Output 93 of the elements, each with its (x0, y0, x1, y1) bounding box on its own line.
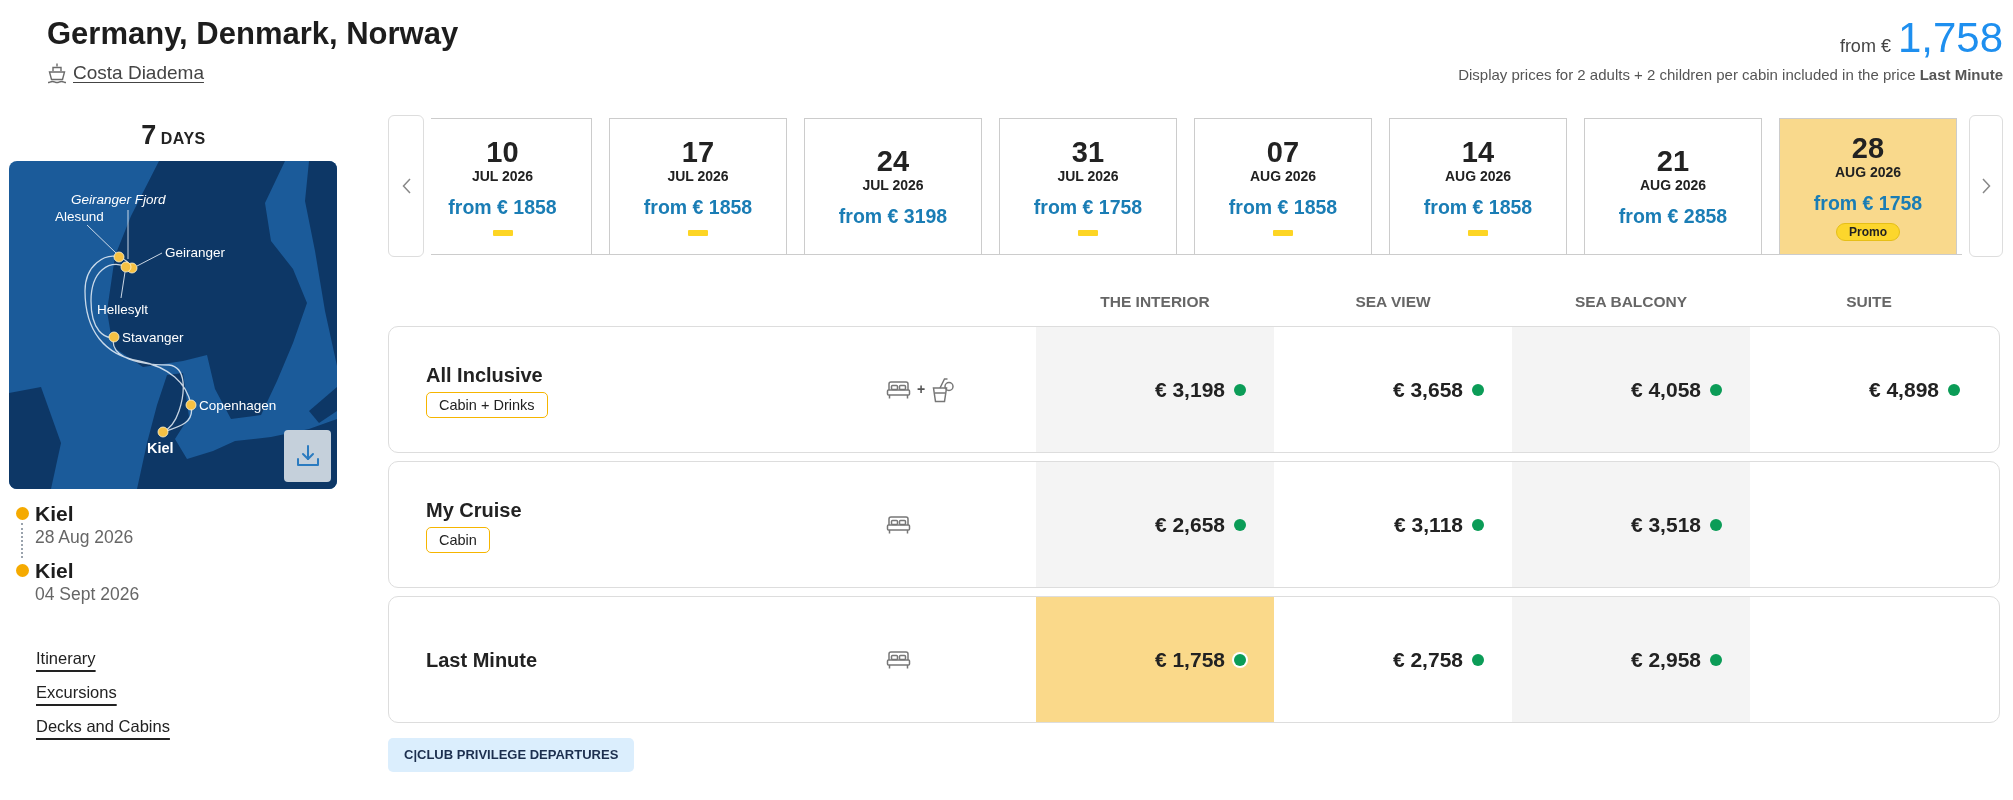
map-label: Alesund (55, 209, 104, 224)
stop-date: 28 Aug 2026 (35, 526, 135, 548)
price-option[interactable]: € 4,058 (1512, 327, 1750, 452)
trip-title: Germany, Denmark, Norway (47, 16, 459, 52)
bed-icon (886, 649, 911, 670)
fare-tag: Cabin + Drinks (426, 391, 548, 418)
price-option[interactable]: € 2,958 (1512, 597, 1750, 722)
map-marker-icon (120, 261, 132, 273)
map-label: Geiranger (165, 245, 226, 260)
map-marker-icon (108, 331, 120, 343)
departure-month: JUL 2026 (667, 168, 729, 185)
map-label: Stavanger (122, 330, 184, 345)
cocktail-glass-icon (931, 376, 956, 403)
map-label: Copenhagen (199, 398, 277, 413)
duration-label: 7 DAYS (140, 120, 207, 152)
leader-line (86, 224, 117, 254)
timeline-dot-icon (15, 507, 29, 520)
leader-line (120, 271, 126, 299)
sidebar-link[interactable]: Decks and Cabins (36, 714, 170, 738)
map-marker-icon (157, 426, 169, 438)
stop-port: Kiel (35, 558, 75, 583)
departure-price: from € 1758 (1813, 190, 1923, 215)
bed-icon (886, 514, 911, 535)
column-header: SUITE (1845, 291, 1893, 312)
departure-day: 21 (1656, 145, 1690, 177)
leader-line (127, 209, 129, 260)
departure-month: JUL 2026 (471, 168, 534, 185)
departure-price: from € 1858 (1228, 195, 1338, 219)
departure-price: from € 1858 (643, 195, 753, 219)
departure-price: from € 1858 (448, 195, 557, 219)
plus-sign: + (917, 380, 926, 399)
fare-name: Last Minute (426, 647, 539, 673)
fare-name: All Inclusive (426, 362, 544, 388)
departure-day: 24 (876, 145, 910, 177)
column-header: THE INTERIOR (1099, 291, 1211, 312)
ship-link[interactable]: Costa Diadema (73, 59, 204, 88)
departure-month: AUG 2026 (1444, 168, 1512, 185)
column-header: SEA VIEW (1354, 291, 1432, 312)
stop-date: 04 Sept 2026 (35, 583, 141, 605)
club-departures-button[interactable]: C|CLUB PRIVILEGE DEPARTURES (388, 738, 635, 772)
map-label: Hellesylt (97, 302, 148, 317)
download-button[interactable] (284, 430, 331, 482)
map-label: Kiel (147, 440, 174, 456)
departure-price: from € 1858 (1423, 195, 1533, 219)
departure-day: 17 (681, 137, 715, 168)
price-prefix: from € (1839, 35, 1891, 58)
map-marker-icon (185, 399, 197, 411)
departure-day: 10 (486, 137, 519, 168)
chevron-right-icon (1981, 178, 1991, 194)
departure-card[interactable]: 28 AUG 2026 from € 1758 Promo (1779, 118, 1957, 254)
departure-card[interactable]: 17 JUL 2026 from € 1858 (609, 118, 787, 254)
departure-month: AUG 2026 (1639, 176, 1707, 194)
departure-price: from € 1758 (1033, 195, 1143, 219)
departure-day: 28 (1851, 132, 1885, 164)
chevron-left-icon (401, 178, 411, 194)
map-label: Geiranger Fjord (71, 192, 166, 207)
leader-line (136, 252, 163, 267)
sidebar-link[interactable]: Excursions (36, 680, 117, 704)
departure-price: from € 3198 (838, 203, 948, 228)
price-option[interactable]: € 1,758 (1036, 597, 1274, 722)
timeline-connector (21, 523, 23, 558)
departure-card[interactable]: 21 AUG 2026 from € 2858 (1584, 118, 1762, 254)
stop-port: Kiel (35, 501, 75, 526)
departure-day: 07 (1266, 137, 1300, 168)
ship-icon (47, 62, 67, 85)
departure-day: 14 (1461, 137, 1495, 168)
departure-card[interactable]: 31 JUL 2026 from € 1758 (999, 118, 1177, 254)
download-icon (295, 444, 320, 468)
departure-card[interactable]: 07 AUG 2026 from € 1858 (1194, 118, 1372, 254)
map-marker-icon (113, 251, 125, 263)
departure-month: AUG 2026 (1249, 168, 1317, 185)
column-header: SEA BALCONY (1573, 291, 1689, 312)
departure-month: JUL 2026 (862, 176, 924, 194)
timeline-dot-icon (15, 564, 29, 577)
price-note: Display prices for 2 adults + 2 children per cabin included in the price Last Minute (1458, 65, 2003, 85)
departure-card[interactable]: 24 JUL 2026 from € 3198 (804, 118, 982, 254)
next-button[interactable] (1969, 115, 2003, 257)
promo-badge: Promo (1836, 222, 1900, 241)
price-option[interactable]: € 3,518 (1512, 462, 1750, 587)
sidebar-link[interactable]: Itinerary (36, 646, 96, 670)
fare-name: My Cruise (426, 497, 523, 523)
departure-card[interactable]: 10 JUL 2026 from € 1858 (431, 118, 592, 254)
price-option[interactable]: € 3,198 (1036, 327, 1274, 452)
departure-card[interactable]: 14 AUG 2026 from € 1858 (1389, 118, 1567, 254)
fare-tag: Cabin (426, 526, 490, 553)
headline-price: 1,758 (1897, 16, 2003, 60)
departure-price: from € 2858 (1618, 203, 1728, 228)
departure-month: JUL 2026 (1057, 168, 1119, 185)
departure-month: AUG 2026 (1834, 163, 1902, 181)
bed-icon (886, 379, 911, 400)
previous-button[interactable] (388, 115, 424, 257)
price-option[interactable]: € 2,658 (1036, 462, 1274, 587)
departure-day: 31 (1071, 137, 1105, 168)
